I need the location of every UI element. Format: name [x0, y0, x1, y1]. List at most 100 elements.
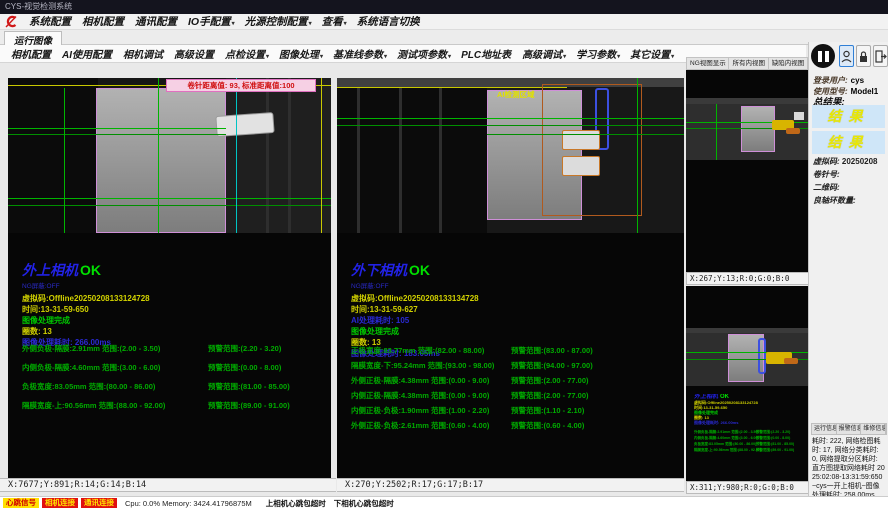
process-done-status: 图像处理完成 — [351, 326, 479, 337]
edge-line-cyan — [236, 78, 237, 233]
info-tab[interactable]: 维修信息 — [861, 424, 886, 434]
measurement-value: 外侧正极-负极:2.61mm 范围:(0.60 - 4.00) — [351, 420, 511, 431]
panel-fields: 虚拟码: 20250208 卷针号: 二维码: 良轴环数量: — [813, 156, 878, 208]
capture-time: 时间:13-31-59-627 — [351, 304, 479, 315]
chevron-down-icon: ▾ — [563, 54, 566, 60]
camera-image-center: AI检测区域 — [337, 78, 684, 233]
status-badge: 心跳信号 — [3, 498, 39, 508]
camera-view-left[interactable]: 卷针距离值: 93, 标准距离值:100 外上相机OK NG屏蔽:OFF 虚拟码… — [8, 78, 331, 478]
toolbar-button-label: 高级设置 — [174, 50, 214, 61]
camera-image-left: 卷针距离值: 93, 标准距离值:100 — [8, 78, 331, 233]
warning-range: 预警范围:(81.00 - 85.00) — [208, 381, 290, 392]
model-value: Model1 — [851, 87, 879, 96]
warning-range: 预警范围:(2.20 - 3.20) — [208, 343, 281, 354]
heartbeat-warning-top: 上相机心跳包超时 — [266, 498, 326, 509]
toolbar-button[interactable]: 基准线参数▾ — [328, 46, 392, 61]
toolbar-button[interactable]: 图像处理▾ — [274, 46, 328, 61]
toolbar-button-label: 图像处理 — [279, 50, 319, 61]
runtime-log: 耗时: 222, 网络检图耗时: 17, 网络分类耗时: 0, 网络提取分区耗时… — [812, 437, 886, 500]
toolbar-button[interactable]: 高级设置 — [169, 46, 220, 61]
camera-view-center[interactable]: AI检测区域 外下相机OK NG屏蔽:OFF 虚拟码:Offline202502… — [337, 78, 684, 478]
menu-item-label: 系统配置 — [29, 16, 71, 28]
toolbar-button[interactable]: 相机配置 — [6, 46, 57, 61]
field-label: 卷针号: — [813, 170, 840, 179]
toolbar-button[interactable]: 点检设置▾ — [220, 46, 274, 61]
warning-range: 预警范围:(0.60 - 4.00) — [511, 420, 584, 431]
lock-icon — [858, 50, 869, 63]
toolbar-button-label: 其它设置 — [630, 50, 670, 61]
measurement-row: 负极宽度:83.05mm 范围:(80.00 - 86.00)预警范围:(81.… — [22, 376, 290, 395]
menu-item[interactable]: 光源控制配置▾ — [240, 14, 317, 29]
menu-item-label: 通讯配置 — [135, 16, 177, 28]
pixel-readout-center: X:270;Y:2502;R:17;G:17;B:17 — [337, 478, 684, 492]
field-label: 良轴环数量: — [813, 196, 856, 205]
measurement-row: 外侧负极-隔膜:2.91mm 范围:(2.00 - 3.50)预警范围:(2.2… — [22, 338, 290, 357]
ng-mask-status: NG屏蔽:OFF — [351, 280, 479, 290]
menu-bar: 系统配置 相机配置 通讯配置 IO手配置▾ 光源控制配置▾ 查看▾ 系统语言切换 — [0, 14, 888, 30]
chevron-down-icon: ▾ — [448, 54, 451, 60]
measurement-rows-center: 正极宽度:83.77mm 范围:(82.00 - 88.00)预警范围:(83.… — [351, 340, 593, 430]
toolbar-button[interactable]: 学习参数▾ — [571, 46, 625, 61]
exit-button[interactable] — [873, 45, 888, 67]
info-tab[interactable]: 运行信息 — [812, 424, 837, 434]
measurement-row: 正极宽度:83.77mm 范围:(82.00 - 88.00)预警范围:(83.… — [351, 340, 593, 355]
preview-tab[interactable]: 所有内视图 — [729, 58, 768, 69]
result-ok-badge: OK — [80, 262, 101, 278]
chevron-down-icon: ▾ — [309, 21, 312, 27]
preview-ng-view[interactable] — [686, 70, 809, 272]
menu-item[interactable]: 系统语言切换 — [352, 14, 426, 29]
menu-item[interactable]: 相机配置 — [77, 14, 130, 29]
toolbar-button[interactable]: 高级调试▾ — [517, 46, 571, 61]
measurement-value: 内侧负极-隔膜:4.60mm 范围:(3.00 - 6.00) — [22, 362, 208, 373]
menu-item[interactable]: 通讯配置 — [130, 14, 183, 29]
chevron-down-icon: ▾ — [232, 21, 235, 27]
chevron-down-icon: ▾ — [320, 54, 323, 60]
toolbar-button[interactable]: PLC地址表 — [456, 46, 517, 61]
menu-item[interactable]: 系统配置 — [24, 14, 77, 29]
menu-item[interactable]: 查看▾ — [317, 14, 352, 29]
toolbar-button[interactable]: 测试项参数▾ — [392, 46, 456, 61]
measurement-row: 内侧正极-隔膜:4.38mm 范围:(0.00 - 9.00)预警范围:(2.0… — [351, 385, 593, 400]
info-tab-bar: 运行信息 报警信息 维修信息 — [811, 423, 887, 435]
pixel-readout-left: X:7677;Y:891;R:14;G:14;B:14 — [0, 478, 336, 492]
chevron-down-icon: ▾ — [384, 54, 387, 60]
measurement-row: 隔膜宽度-上:90.56mm 范围:(88.00 - 92.00)预警范围:(8… — [22, 395, 290, 414]
ng-mask-status: NG屏蔽:OFF — [22, 280, 150, 290]
preview-result-view[interactable]: 外上相机OK 虚拟码:Offline20250208133124728 时间:1… — [686, 286, 809, 481]
measurement-row: 内侧正极-负极:1.90mm 范围:(1.00 - 2.20)预警范围:(1.1… — [351, 400, 593, 415]
pause-button[interactable] — [811, 44, 835, 68]
preview-tab[interactable]: 缺陷内视图 — [769, 58, 808, 69]
result-ok-badge: OK — [409, 262, 430, 278]
exit-door-icon — [875, 50, 887, 63]
measurement-value: 外侧负极-隔膜:2.91mm 范围:(2.00 - 3.50) — [22, 343, 208, 354]
toolbar-button[interactable]: AI使用配置 — [57, 46, 118, 61]
measurement-row: 外侧正极-负极:2.61mm 范围:(0.60 - 4.00)预警范围:(0.6… — [351, 415, 593, 430]
chevron-down-icon: ▾ — [344, 21, 347, 27]
preview-image — [686, 328, 809, 386]
app-window: CYS-视觉检测系统 系统配置 相机配置 通讯配置 IO手配置▾ 光源控制配置▾… — [0, 0, 888, 522]
cpu-memory-readout: Cpu: 0.0% Memory: 3424.41796875M — [125, 499, 252, 508]
toolbar-button[interactable]: 相机调试 — [118, 46, 169, 61]
lock-button[interactable] — [856, 45, 871, 67]
result-box-1: 结果 — [812, 105, 885, 128]
tab-blob — [562, 130, 600, 150]
turn-count: 圈数: 13 — [22, 326, 150, 337]
control-panel: 登录用户:cys 使用型号:Model1 总结果: 结果 结果 虚拟码: 202… — [808, 42, 888, 496]
menu-item[interactable]: IO手配置▾ — [183, 14, 240, 29]
info-tab[interactable]: 报警信息 — [837, 424, 862, 434]
pixel-readout-preview2: X:311;Y:980;R:0;G:0;B:0 — [686, 481, 809, 494]
window-title: CYS-视觉检测系统 — [5, 2, 72, 11]
roi-rect-orange — [542, 84, 642, 216]
capture-time: 时间:13-31-59-650 — [22, 304, 150, 315]
toolbar-button-label: PLC地址表 — [461, 50, 511, 61]
user-login-button[interactable] — [839, 45, 854, 67]
camera-result-title: 外上相机OK — [22, 260, 150, 280]
measurement-row: 外侧正极-隔膜:4.38mm 范围:(0.00 - 9.00)预警范围:(2.0… — [351, 370, 593, 385]
tab-run-image[interactable]: 运行图像 — [4, 31, 62, 45]
toolbar-button[interactable]: 其它设置▾ — [625, 46, 679, 61]
window-titlebar: CYS-视觉检测系统 — [0, 0, 888, 14]
preview-tab[interactable]: NG视图显示 — [687, 58, 729, 69]
app-logo-icon — [4, 15, 18, 28]
user-icon — [841, 50, 852, 63]
virtual-code: 虚拟码:Offline20250208133124728 — [22, 293, 150, 304]
